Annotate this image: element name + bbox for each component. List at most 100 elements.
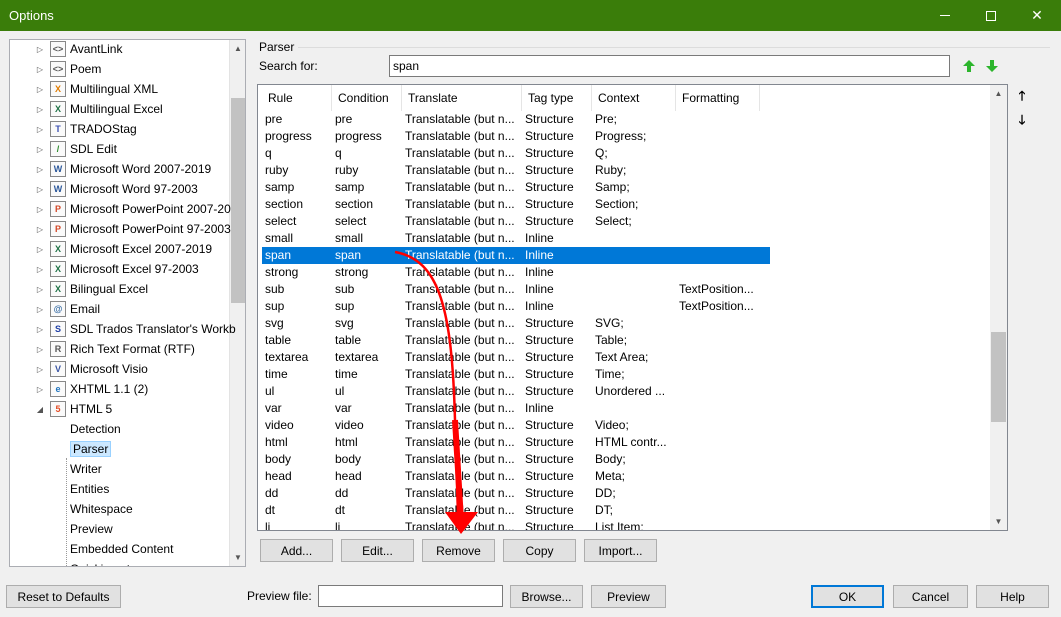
help-button[interactable]: Help — [976, 585, 1049, 608]
table-row[interactable]: time time Translatable (but n... Structure T… — [262, 366, 770, 383]
table-row[interactable]: section section Translatable (but n... Stru… — [262, 196, 770, 213]
edit-button[interactable]: Edit... — [341, 539, 414, 562]
expand-icon[interactable]: ▷ — [34, 225, 46, 234]
column-header[interactable]: Translate — [402, 85, 522, 111]
expand-icon[interactable]: ▷ — [34, 145, 46, 154]
find-previous-button[interactable] — [959, 56, 979, 76]
column-header[interactable]: Formatting — [676, 85, 760, 111]
table-row[interactable]: dd dd Translatable (but n... Structure DD; — [262, 485, 770, 502]
maximize-button[interactable] — [968, 0, 1014, 31]
tree-item[interactable]: ▷ P Microsoft PowerPoint 97-2003 — [34, 219, 231, 239]
tree-item[interactable]: ▷ X Multilingual XML — [34, 79, 158, 99]
table-row[interactable]: body body Translatable (but n... Structure B… — [262, 451, 770, 468]
expand-icon[interactable]: ▷ — [34, 85, 46, 94]
expand-icon[interactable]: ▷ — [34, 65, 46, 74]
table-row[interactable]: dt dt Translatable (but n... Structure DT; — [262, 502, 770, 519]
tree-item[interactable]: ▷ W Microsoft Word 2007-2019 — [34, 159, 211, 179]
table-row[interactable]: html html Translatable (but n... Structure H… — [262, 434, 770, 451]
expand-icon[interactable]: ▷ — [34, 325, 46, 334]
table-row[interactable]: table table Translatable (but n... Structur… — [262, 332, 770, 349]
table-row[interactable]: span span Translatable (but n... Inline — [262, 247, 770, 264]
expand-icon[interactable]: ▷ — [34, 205, 46, 214]
tree-item[interactable]: ▷ S SDL Trados Translator's Workb — [34, 319, 236, 339]
expand-icon[interactable]: ▷ — [34, 285, 46, 294]
rules-grid[interactable]: Rule Condition Translate Tag type Context For… — [257, 84, 1008, 531]
preview-button[interactable]: Preview — [591, 585, 666, 608]
move-down-button[interactable]: 🡓 — [1012, 112, 1032, 132]
tree-item[interactable]: ▷ X Bilingual Excel — [34, 279, 148, 299]
expand-icon[interactable]: ▷ — [34, 45, 46, 54]
column-header[interactable]: Context — [592, 85, 676, 111]
tree-item[interactable]: ▷ @ Email — [34, 299, 100, 319]
expand-icon[interactable]: ▷ — [34, 125, 46, 134]
table-row[interactable]: q q Translatable (but n... Structure Q; — [262, 145, 770, 162]
table-row[interactable]: li li Translatable (but n... Structure List … — [262, 519, 770, 530]
tree-item[interactable]: ▷ X Microsoft Excel 97-2003 — [34, 259, 199, 279]
minimize-button[interactable] — [922, 0, 968, 31]
grid-scrollbar[interactable]: ▲ ▼ — [990, 85, 1007, 530]
tree-item[interactable]: ▷ T TRADOStag — [34, 119, 137, 139]
tree-item[interactable]: Embedded Content — [70, 539, 173, 559]
tree-item[interactable]: ▷ W Microsoft Word 97-2003 — [34, 179, 198, 199]
column-header[interactable]: Tag type — [522, 85, 592, 111]
table-row[interactable]: svg svg Translatable (but n... Structure SVG… — [262, 315, 770, 332]
expand-icon[interactable]: ▷ — [34, 385, 46, 394]
table-row[interactable]: small small Translatable (but n... Inline — [262, 230, 770, 247]
expand-icon[interactable]: ▷ — [34, 165, 46, 174]
move-up-button[interactable]: 🡑 — [1012, 88, 1032, 108]
remove-button[interactable]: Remove — [422, 539, 495, 562]
column-header[interactable]: Condition — [332, 85, 402, 111]
column-header[interactable]: Rule — [262, 85, 332, 111]
scroll-down-icon[interactable]: ▼ — [230, 549, 245, 566]
close-button[interactable]: ✕ — [1014, 0, 1060, 31]
expand-icon[interactable]: ▷ — [34, 185, 46, 194]
tree-item[interactable]: ▷ X Multilingual Excel — [34, 99, 163, 119]
expand-icon[interactable]: ▷ — [34, 245, 46, 254]
tree-item[interactable]: Writer — [70, 459, 102, 479]
tree-item[interactable]: ▷ / SDL Edit — [34, 139, 117, 159]
tree-item[interactable]: Entities — [70, 479, 109, 499]
grid-scroll-up-icon[interactable]: ▲ — [990, 85, 1007, 102]
table-row[interactable]: samp samp Translatable (but n... Structure S… — [262, 179, 770, 196]
expand-icon[interactable]: ▷ — [34, 365, 46, 374]
expand-icon[interactable]: ▷ — [34, 345, 46, 354]
tree-item[interactable]: ▷ e XHTML 1.1 (2) — [34, 379, 148, 399]
preview-file-input[interactable] — [318, 585, 503, 607]
table-row[interactable]: pre pre Translatable (but n... Structure Pre… — [262, 111, 770, 128]
tree-scrollbar[interactable]: ▲ ▼ — [229, 40, 245, 566]
collapse-icon[interactable]: ◢ — [34, 405, 46, 414]
table-row[interactable]: textarea textarea Translatable (but n... St… — [262, 349, 770, 366]
tree-item[interactable]: Whitespace — [70, 499, 133, 519]
tree-item[interactable]: Parser — [70, 439, 112, 459]
scroll-up-icon[interactable]: ▲ — [230, 40, 245, 57]
tree-item[interactable]: ◢ 5 HTML 5 — [34, 399, 112, 419]
table-row[interactable]: head head Translatable (but n... Structure M… — [262, 468, 770, 485]
tree-item[interactable]: ▷ <> AvantLink — [34, 40, 122, 59]
expand-icon[interactable]: ▷ — [34, 105, 46, 114]
ok-button[interactable]: OK — [811, 585, 884, 608]
import-button[interactable]: Import... — [584, 539, 657, 562]
tree-scroll-thumb[interactable] — [231, 98, 245, 303]
find-next-button[interactable] — [982, 56, 1002, 76]
tree-item[interactable]: Quickinsert — [70, 559, 130, 566]
add-button[interactable]: Add... — [260, 539, 333, 562]
tree-item[interactable]: Preview — [70, 519, 113, 539]
table-row[interactable]: strong strong Translatable (but n... Inline — [262, 264, 770, 281]
tree-item[interactable]: Detection — [70, 419, 121, 439]
tree-item[interactable]: ▷ P Microsoft PowerPoint 2007-20 — [34, 199, 231, 219]
grid-scroll-thumb[interactable] — [991, 332, 1006, 422]
tree-item[interactable]: ▷ X Microsoft Excel 2007-2019 — [34, 239, 212, 259]
copy-button[interactable]: Copy — [503, 539, 576, 562]
grid-scroll-down-icon[interactable]: ▼ — [990, 513, 1007, 530]
expand-icon[interactable]: ▷ — [34, 265, 46, 274]
tree-item[interactable]: ▷ R Rich Text Format (RTF) — [34, 339, 195, 359]
tree-item[interactable]: ▷ <> Poem — [34, 59, 101, 79]
table-row[interactable]: ruby ruby Translatable (but n... Structure R… — [262, 162, 770, 179]
search-input[interactable] — [389, 55, 950, 77]
table-row[interactable]: var var Translatable (but n... Inline — [262, 400, 770, 417]
table-row[interactable]: progress progress Translatable (but n... St… — [262, 128, 770, 145]
table-row[interactable]: sub sub Translatable (but n... Inline TextPo… — [262, 281, 770, 298]
expand-icon[interactable]: ▷ — [34, 305, 46, 314]
browse-button[interactable]: Browse... — [510, 585, 583, 608]
table-row[interactable]: select select Translatable (but n... Struct… — [262, 213, 770, 230]
